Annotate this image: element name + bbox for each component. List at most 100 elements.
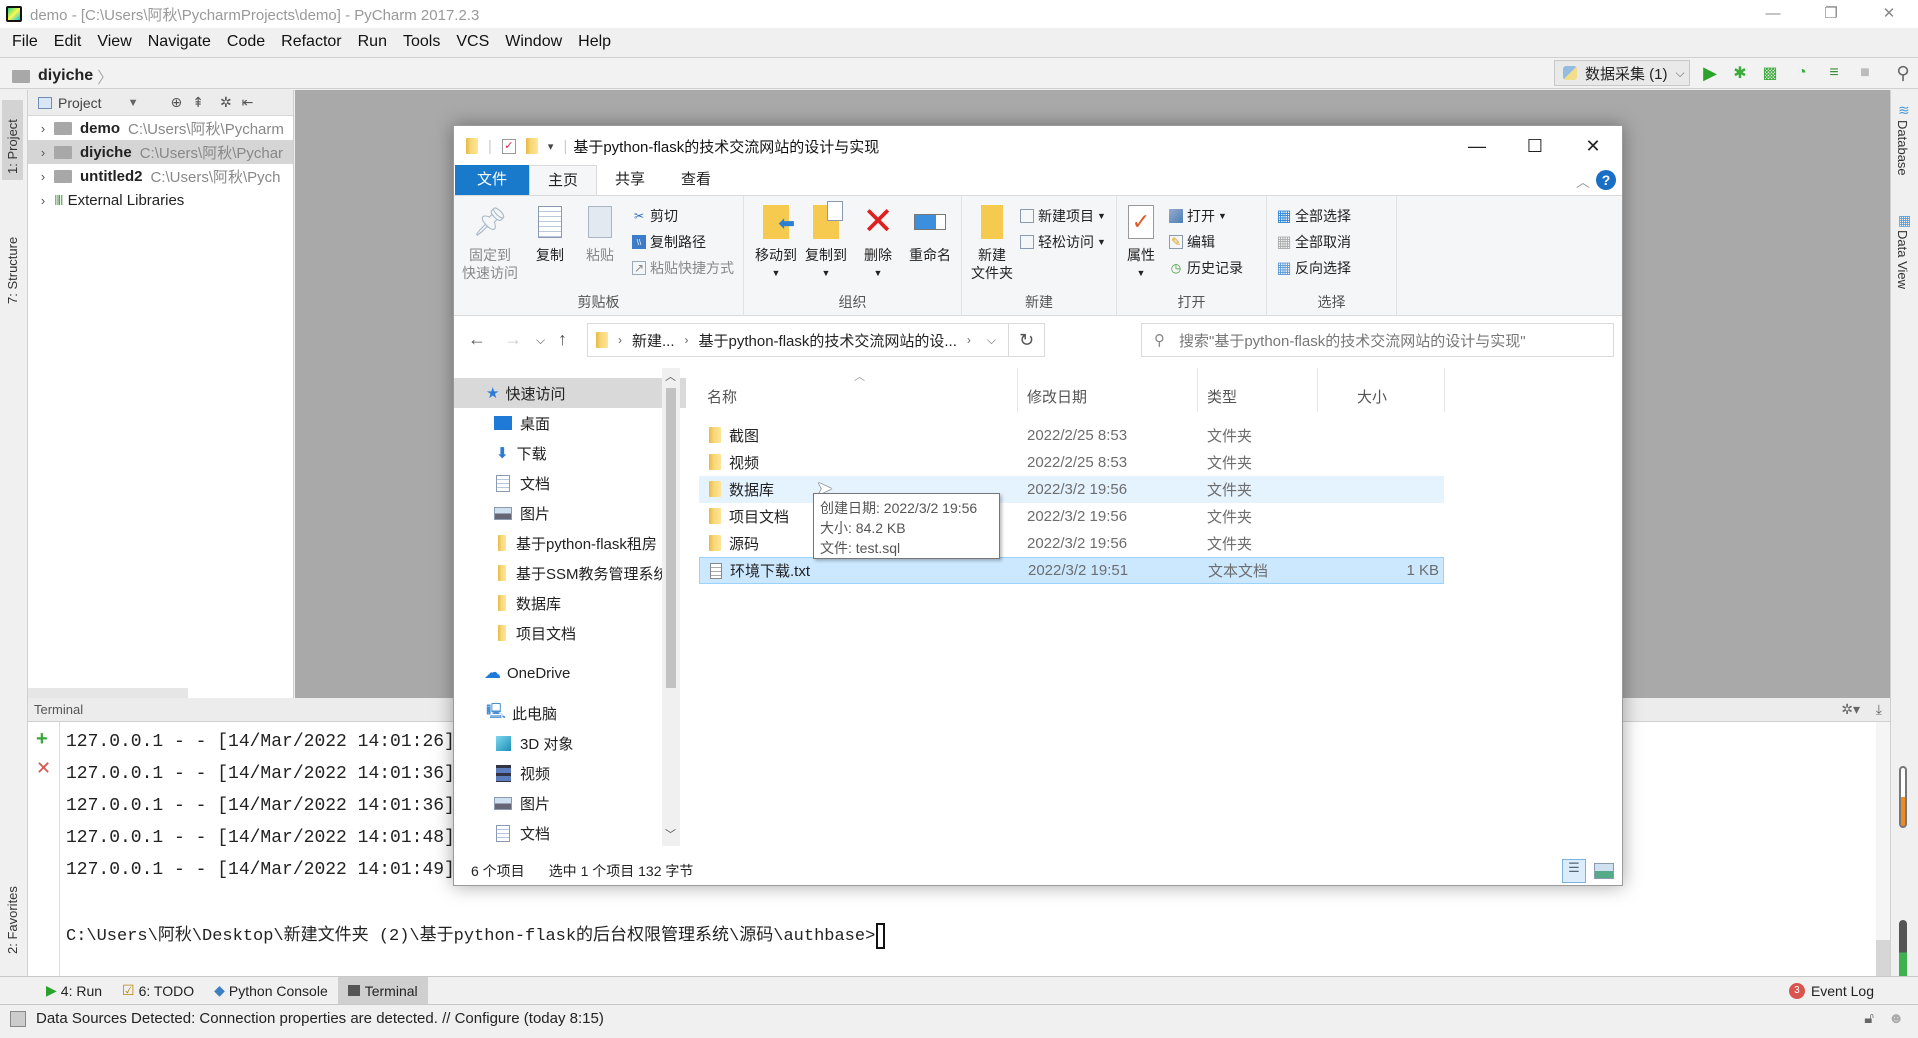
locate-icon[interactable]: ⊕	[170, 94, 182, 111]
cut-button[interactable]: ✂ 剪切	[632, 206, 678, 226]
nav-onedrive[interactable]: ☁ OneDrive	[454, 658, 686, 688]
scroll-up-icon[interactable]: ︿	[665, 368, 676, 384]
recent-locations-icon[interactable]: ⌵	[536, 333, 545, 348]
nav-this-pc[interactable]: 🖳︎ 此电脑	[454, 698, 686, 728]
new-folder-button[interactable]: 新建 文件夹	[968, 202, 1016, 282]
new-folder-icon[interactable]	[525, 138, 538, 154]
nav-item[interactable]: ⬇下载📌︎	[454, 438, 686, 468]
tree-item-external-libraries[interactable]: › ‖‖ External Libraries	[28, 188, 293, 212]
maximize-button[interactable]: ☐	[1506, 126, 1564, 166]
tab-share[interactable]: 共享	[597, 165, 663, 195]
pin-to-quick-access-button[interactable]: 📌︎ 固定到 快速访问	[460, 202, 520, 282]
file-row[interactable]: 数据库 2022/3/2 19:56 文件夹	[699, 476, 1444, 503]
refresh-button[interactable]: ↻	[1009, 323, 1045, 357]
delete-button[interactable]: ✕ 删除 ▼	[856, 202, 900, 282]
tree-item-demo[interactable]: › demo C:\Users\阿秋\Pycharm	[28, 116, 293, 140]
edit-button[interactable]: ✎ 编辑	[1169, 232, 1215, 252]
menu-vcs[interactable]: VCS	[448, 33, 497, 51]
menu-refactor[interactable]: Refactor	[273, 33, 349, 51]
menu-help[interactable]: Help	[570, 33, 619, 51]
gear-icon[interactable]: ✲	[220, 94, 232, 111]
scroll-down-icon[interactable]: ﹀	[665, 826, 676, 842]
breadcrumb-project[interactable]: diyiche	[38, 67, 93, 85]
new-session-icon[interactable]: +	[36, 728, 48, 751]
tab-run[interactable]: ▶ 4: Run	[36, 977, 112, 1005]
close-session-icon[interactable]: ✕	[36, 758, 51, 779]
close-button[interactable]: ✕	[1860, 0, 1918, 28]
column-type[interactable]: 类型	[1207, 386, 1237, 407]
copy-button[interactable]: 复制	[528, 202, 572, 264]
favorites-tool-tab[interactable]: 2: Favorites	[2, 860, 23, 960]
dataview-tool-tab[interactable]: Data View	[1895, 230, 1910, 289]
nav-item[interactable]: 图片	[454, 788, 686, 818]
details-view-button[interactable]: ☰	[1562, 859, 1586, 883]
search-input[interactable]: ⚲ 搜索"基于python-flask的技术交流网站的设计与实现"	[1141, 323, 1614, 357]
address-segment[interactable]: 基于python-flask的技术交流网站的设...	[699, 330, 957, 351]
gear-icon[interactable]: ✲▾	[1841, 701, 1860, 718]
nav-item[interactable]: 文档📌︎	[454, 468, 686, 498]
breadcrumb[interactable]: diyiche 〉	[12, 64, 113, 88]
coverage-icon[interactable]: ▩	[1760, 64, 1780, 82]
nav-item[interactable]: 基于python-flask租房	[454, 528, 686, 558]
menu-edit[interactable]: Edit	[46, 33, 90, 51]
tree-item-diyiche[interactable]: › diyiche C:\Users\阿秋\Pychar	[28, 140, 293, 164]
nav-item[interactable]: 基于SSM教务管理系统	[454, 558, 686, 588]
tab-todo[interactable]: ☑ 6: TODO	[112, 977, 204, 1005]
file-row[interactable]: 截图 2022/2/25 8:53 文件夹	[699, 422, 1444, 449]
nav-item[interactable]: 3D 对象	[454, 728, 686, 758]
collapse-all-icon[interactable]: ⇞	[192, 94, 204, 111]
collapse-ribbon-icon[interactable]: ︿	[1576, 172, 1590, 192]
nav-item[interactable]: 桌面📌︎	[454, 408, 686, 438]
copy-path-button[interactable]: \\ 复制路径	[632, 232, 706, 252]
menu-window[interactable]: Window	[497, 33, 570, 51]
file-row[interactable]: 环境下载.txt 2022/3/2 19:51 文本文档 1 KB	[699, 557, 1444, 584]
run-configuration-select[interactable]: 数据采集 (1) ⌵	[1554, 60, 1690, 86]
tool-windows-toggle-icon[interactable]	[10, 1010, 26, 1027]
structure-tool-tab[interactable]: 7: Structure	[2, 210, 23, 310]
large-icons-view-button[interactable]	[1594, 863, 1614, 879]
open-button[interactable]: 打开 ▼	[1169, 206, 1227, 226]
copy-to-button[interactable]: 复制到 ▼	[802, 201, 850, 282]
concurrency-icon[interactable]: ≡	[1824, 64, 1844, 82]
nav-pane-scrollbar[interactable]: ︿ ﹀	[662, 368, 680, 846]
column-date[interactable]: 修改日期	[1027, 386, 1087, 407]
menu-view[interactable]: View	[89, 33, 139, 51]
terminal-prompt[interactable]: C:\Users\阿秋\Desktop\新建文件夹 (2)\基于python-f…	[66, 920, 886, 949]
status-message[interactable]: Data Sources Detected: Connection proper…	[36, 1010, 604, 1027]
rename-button[interactable]: 重命名	[904, 202, 956, 264]
menu-code[interactable]: Code	[219, 33, 273, 51]
forward-icon[interactable]: →	[504, 329, 522, 350]
expand-arrow-icon[interactable]: ›	[32, 169, 54, 184]
menu-navigate[interactable]: Navigate	[140, 33, 219, 51]
nav-item[interactable]: 数据库	[454, 588, 686, 618]
nav-item[interactable]: 文档	[454, 818, 686, 848]
database-tool-tab[interactable]: Database	[1895, 120, 1910, 176]
nav-quick-access[interactable]: ★ 快速访问	[454, 378, 686, 408]
menu-file[interactable]: File	[4, 33, 46, 51]
hide-icon[interactable]: ⤓	[1876, 701, 1882, 718]
nav-item[interactable]: 图片📌︎	[454, 498, 686, 528]
lock-icon[interactable]: 🔓︎	[1864, 1010, 1874, 1027]
new-item-button[interactable]: 新建项目 ▼	[1020, 206, 1106, 226]
invert-selection-button[interactable]: ▦ 反向选择	[1276, 258, 1351, 278]
easy-access-button[interactable]: 轻松访问 ▼	[1020, 232, 1106, 252]
stop-icon[interactable]: ■	[1855, 64, 1875, 82]
hide-panel-icon[interactable]: ⇤	[242, 94, 254, 111]
chevron-down-icon[interactable]: ▼	[128, 97, 139, 109]
file-row[interactable]: 源码 2022/3/2 19:56 文件夹	[699, 530, 1444, 557]
paste-shortcut-button[interactable]: ↗ 粘贴快捷方式	[632, 258, 734, 278]
nav-item[interactable]: 项目文档	[454, 618, 686, 648]
debug-icon[interactable]: ✱	[1730, 64, 1750, 82]
restore-button[interactable]: ❐	[1802, 0, 1860, 28]
properties-button[interactable]: ✓ 属性 ▼	[1121, 202, 1161, 282]
select-all-button[interactable]: ▦ 全部选择	[1276, 206, 1351, 226]
up-icon[interactable]: ↑	[558, 329, 567, 350]
expand-arrow-icon[interactable]: ›	[32, 121, 54, 136]
terminal-scrollbar[interactable]	[1876, 722, 1890, 976]
project-tool-tab[interactable]: 1: Project	[2, 100, 23, 180]
customize-toolbar-icon[interactable]: ▾	[548, 140, 554, 153]
select-none-button[interactable]: ▦ 全部取消	[1276, 232, 1351, 252]
event-log-button[interactable]: 3 Event Log	[1788, 977, 1874, 1005]
back-icon[interactable]: ←	[468, 329, 486, 350]
column-name[interactable]: 名称	[707, 386, 737, 407]
